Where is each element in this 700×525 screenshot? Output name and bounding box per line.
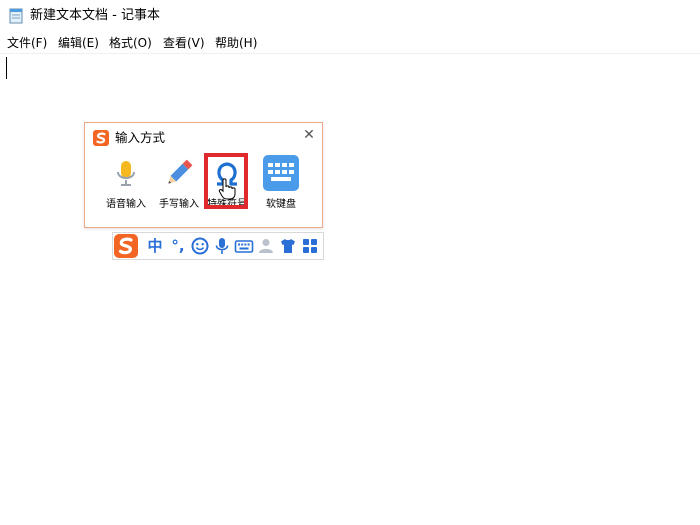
menu-help[interactable]: 帮助(H) [215,35,257,51]
menu-edit[interactable]: 编辑(E) [58,35,99,51]
panel-title: 输入方式 [115,130,166,145]
pencil-icon [168,159,193,184]
grid-icon [303,239,317,253]
window-title: 新建文本文档 - 记事本 [30,8,160,23]
keyboard-icon [234,240,254,253]
menu-view[interactable]: 查看(V) [163,35,205,51]
menu-file[interactable]: 文件(F) [7,35,47,51]
sogou-logo-icon [93,130,109,146]
keyboard-button[interactable] [234,236,254,256]
soft-keyboard-label: 软键盘 [266,199,296,210]
microphone-icon [117,161,135,186]
notepad-window: 新建文本文档 - 记事本 文件(F) 编辑(E) 格式(O) 查看(V) 帮助(… [0,0,700,525]
punctuation-toggle[interactable]: °, [167,236,189,256]
skin-button[interactable] [278,236,298,256]
close-icon[interactable]: ✕ [302,126,316,144]
hand-cursor-icon [218,178,236,200]
toolbox-button[interactable] [300,236,320,256]
chinese-mode-toggle[interactable]: 中 [145,236,165,256]
emoji-button[interactable] [190,236,210,256]
sogou-logo-button[interactable] [114,234,138,258]
text-caret [6,57,7,79]
voice-button[interactable] [212,236,232,256]
title-bar: 新建文本文档 - 记事本 [0,0,700,32]
menu-format[interactable]: 格式(O) [109,35,152,51]
sogou-logo-icon [114,234,138,258]
emoji-icon [191,237,209,255]
notepad-icon [9,8,23,24]
shirt-icon [281,239,295,253]
ime-status-toolbar: 中 °, [112,232,324,260]
voice-input-label: 语音输入 [106,199,146,210]
microphone-icon [215,238,229,254]
handwriting-input-button[interactable]: 手写输入 [156,155,202,213]
menu-bar: 文件(F) 编辑(E) 格式(O) 查看(V) 帮助(H) [0,32,700,54]
user-button[interactable] [256,236,276,256]
input-method-panel: 输入方式 ✕ 语音输入 手写输入 特殊符号 软键盘 [84,122,323,228]
soft-keyboard-button[interactable]: 软键盘 [258,155,304,213]
voice-input-button[interactable]: 语音输入 [103,155,149,213]
user-icon [259,239,273,253]
keyboard-icon [263,155,299,191]
